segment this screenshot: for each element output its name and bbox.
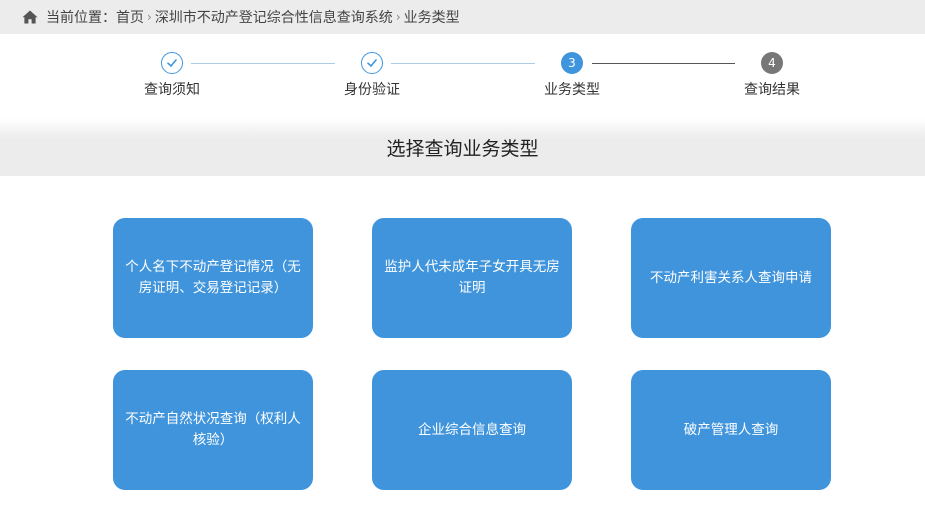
breadcrumb-prefix: 当前位置： [46, 10, 116, 26]
step-number: 4 [761, 52, 783, 74]
tile-bankruptcy-administrator-query[interactable]: 破产管理人查询 [631, 370, 831, 490]
step-label: 身份验证 [344, 82, 400, 98]
step-result: 4 查询结果 [712, 52, 832, 99]
tile-interested-party-query[interactable]: 不动产利害关系人查询申请 [631, 218, 831, 338]
check-icon [167, 59, 177, 67]
step-2-status [361, 52, 383, 74]
step-number: 3 [561, 52, 583, 74]
tile-enterprise-info-query[interactable]: 企业综合信息查询 [372, 370, 572, 490]
step-identity: 身份验证 [312, 52, 432, 99]
section-title: 选择查询业务类型 [0, 118, 925, 176]
step-label: 业务类型 [544, 82, 600, 98]
breadcrumb: 当前位置： 首页 › 深圳市不动产登记综合性信息查询系统 › 业务类型 [0, 0, 925, 34]
tile-natural-status-query[interactable]: 不动产自然状况查询（权利人核验） [113, 370, 313, 490]
breadcrumb-item-current: 业务类型 [403, 10, 460, 26]
step-1-status [161, 52, 183, 74]
step-notice: 查询须知 [112, 52, 232, 99]
step-label: 查询结果 [744, 82, 800, 98]
breadcrumb-separator: › [147, 10, 152, 24]
breadcrumb-item-home[interactable]: 首页 [116, 7, 144, 27]
home-icon [22, 10, 38, 24]
tile-guardian-minor-certificate[interactable]: 监护人代未成年子女开具无房证明 [372, 218, 572, 338]
step-label: 查询须知 [144, 82, 200, 98]
breadcrumb-separator: › [395, 10, 401, 24]
check-icon [367, 59, 377, 67]
breadcrumb-item-system[interactable]: 深圳市不动产登记综合性信息查询系统 [155, 7, 393, 27]
step-business-type: 3 业务类型 [512, 52, 632, 99]
tile-no-property-certificate[interactable]: 个人名下不动产登记情况（无房证明、交易登记记录） [113, 218, 313, 338]
progress-stepper: 查询须知 身份验证 3 业务类型 4 查询结果 [0, 34, 925, 118]
business-type-grid: 个人名下不动产登记情况（无房证明、交易登记记录） 监护人代未成年子女开具无房证明… [0, 176, 925, 516]
